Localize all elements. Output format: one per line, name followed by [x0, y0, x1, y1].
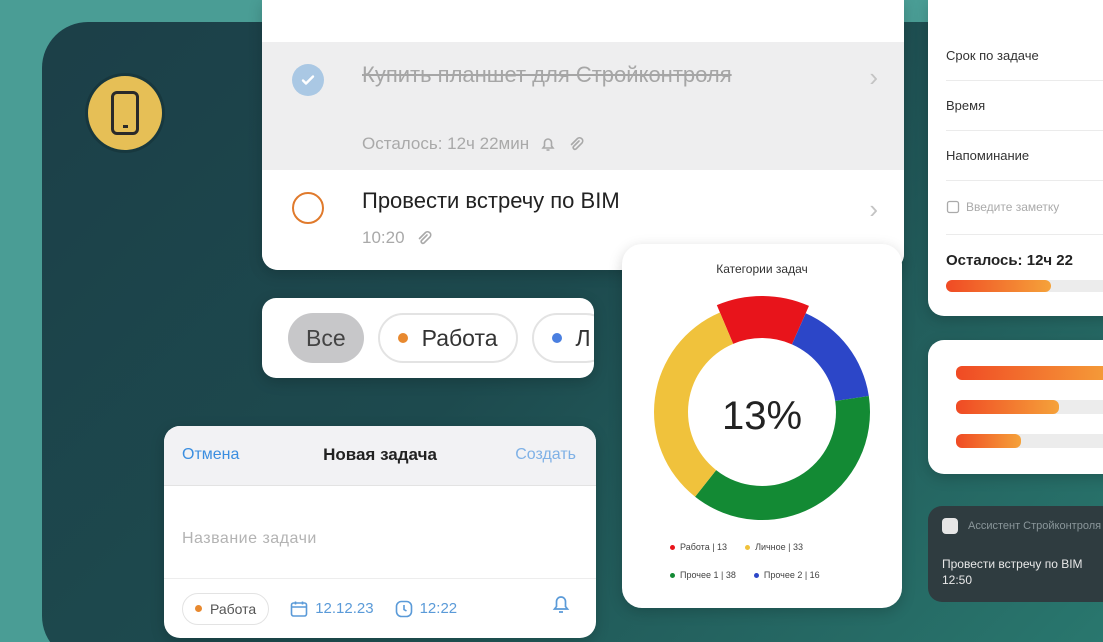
- legend-item: Прочее 2 | 16: [753, 570, 820, 580]
- remaining-progress-fill: [946, 280, 1051, 292]
- progress-card: [928, 340, 1103, 474]
- chart-center-value: 13%: [721, 394, 803, 438]
- task-remaining: Осталось: 12ч 22мин: [362, 134, 530, 153]
- time-row[interactable]: Время: [946, 98, 985, 113]
- check-icon: [301, 75, 315, 85]
- date-value: 12.12.23: [315, 600, 374, 617]
- task-list: Купить планшет для Стройконтроля Осталос…: [262, 0, 904, 270]
- notification-text: Провести встречу по BIM: [942, 557, 1083, 571]
- new-task-sheet: Отмена Новая задача Создать Название зад…: [164, 426, 596, 638]
- legend-label: Личное | 33: [755, 542, 804, 552]
- chart-legend-row: Работа | 13 Личное | 33: [670, 542, 870, 552]
- category-label: Работа: [210, 600, 257, 617]
- deadline-row[interactable]: Срок по задаче: [946, 48, 1039, 63]
- divider: [946, 180, 1103, 181]
- category-dot: [551, 333, 562, 343]
- clock-icon: [395, 600, 412, 617]
- push-notification[interactable]: Ассистент Стройконтроля Провести встречу…: [928, 506, 1103, 602]
- time-picker[interactable]: 12:22: [394, 599, 458, 619]
- progress-bar: [956, 400, 1103, 414]
- phone-icon: [111, 91, 139, 135]
- task-row[interactable]: Купить планшет для Стройконтроля Осталос…: [262, 42, 904, 170]
- legend-label: Прочее 2 | 16: [763, 570, 820, 580]
- task-checkbox-done[interactable]: [292, 64, 324, 96]
- progress-fill: [956, 366, 1103, 380]
- divider: [946, 80, 1103, 81]
- remaining-progress: [946, 280, 1103, 292]
- filter-work[interactable]: Работа: [377, 313, 518, 363]
- task-details-card: Срок по задаче Время Напоминание Введите…: [928, 0, 1103, 316]
- task-meta: 10:20: [362, 228, 433, 248]
- reminder-row[interactable]: Напоминание: [946, 148, 1029, 163]
- progress-fill: [956, 434, 1022, 448]
- legend-item: Личное | 33: [745, 542, 803, 552]
- legend-dot: [670, 573, 675, 578]
- note-icon: [946, 200, 960, 214]
- sheet-header: Отмена Новая задача Создать: [164, 426, 596, 486]
- task-title: Провести встречу по BIM: [362, 188, 620, 213]
- chart-title: Категории задач: [716, 262, 808, 276]
- bell-icon: [541, 138, 555, 151]
- legend-item: Работа | 13: [670, 542, 727, 552]
- paperclip-icon: [418, 231, 432, 245]
- calendar-icon: [290, 601, 308, 617]
- app-logo: [88, 76, 162, 150]
- donut-slice-1: [716, 296, 809, 345]
- time-value: 12:22: [419, 600, 458, 617]
- category-chart-card: Категории задач 13% Работа | 13 Личное |…: [622, 244, 902, 608]
- legend-dot: [670, 545, 675, 550]
- legend-item: Прочее 1 | 38: [670, 570, 736, 580]
- sheet-toolbar: Работа 12.12.23 12:22: [164, 578, 596, 638]
- category-dot: [195, 605, 202, 612]
- chevron-right-icon: ›: [869, 62, 878, 92]
- app-icon: [942, 518, 958, 534]
- create-button[interactable]: Создать: [515, 446, 576, 464]
- divider: [946, 130, 1103, 131]
- legend-dot: [753, 573, 759, 578]
- task-list-top: [262, 0, 904, 42]
- filter-bar: Все Работа Л: [262, 298, 594, 378]
- progress-fill: [956, 400, 1060, 414]
- bell-icon[interactable]: [550, 592, 572, 616]
- chevron-right-icon: ›: [869, 194, 878, 224]
- legend-dot: [745, 545, 751, 550]
- category-dot: [397, 333, 408, 343]
- task-meta: Осталось: 12ч 22мин: [362, 134, 585, 154]
- category-selector[interactable]: Работа: [182, 592, 270, 625]
- notification-time: 12:50: [942, 573, 973, 587]
- notification-header: Ассистент Стройконтроля: [942, 518, 1101, 534]
- task-name-input[interactable]: Название задачи: [182, 530, 317, 548]
- paperclip-icon: [570, 137, 584, 151]
- progress-bar: [956, 434, 1103, 448]
- date-picker[interactable]: 12.12.23: [289, 599, 374, 619]
- note-placeholder: Введите заметку: [966, 200, 1060, 214]
- task-title: Купить планшет для Стройконтроля: [362, 62, 732, 87]
- progress-bar: [956, 366, 1103, 380]
- legend-label: Работа | 13: [680, 542, 728, 552]
- filter-work-label: Работа: [421, 324, 498, 351]
- notification-app: Ассистент Стройконтроля: [968, 520, 1102, 532]
- task-time: 10:20: [362, 228, 405, 247]
- divider: [946, 234, 1103, 235]
- filter-all[interactable]: Все: [288, 313, 364, 363]
- note-input[interactable]: Введите заметку: [946, 200, 1059, 214]
- legend-label: Прочее 1 | 38: [680, 570, 736, 580]
- notification-body: Провести встречу по BIM 12:50: [942, 556, 1103, 588]
- remaining-label: Осталось: 12ч 22: [946, 252, 1073, 269]
- task-checkbox[interactable]: [292, 192, 324, 224]
- filter-personal[interactable]: Л: [531, 313, 594, 363]
- chart-legend-row: Прочее 1 | 38 Прочее 2 | 16: [670, 570, 870, 580]
- filter-personal-label: Л: [575, 324, 591, 351]
